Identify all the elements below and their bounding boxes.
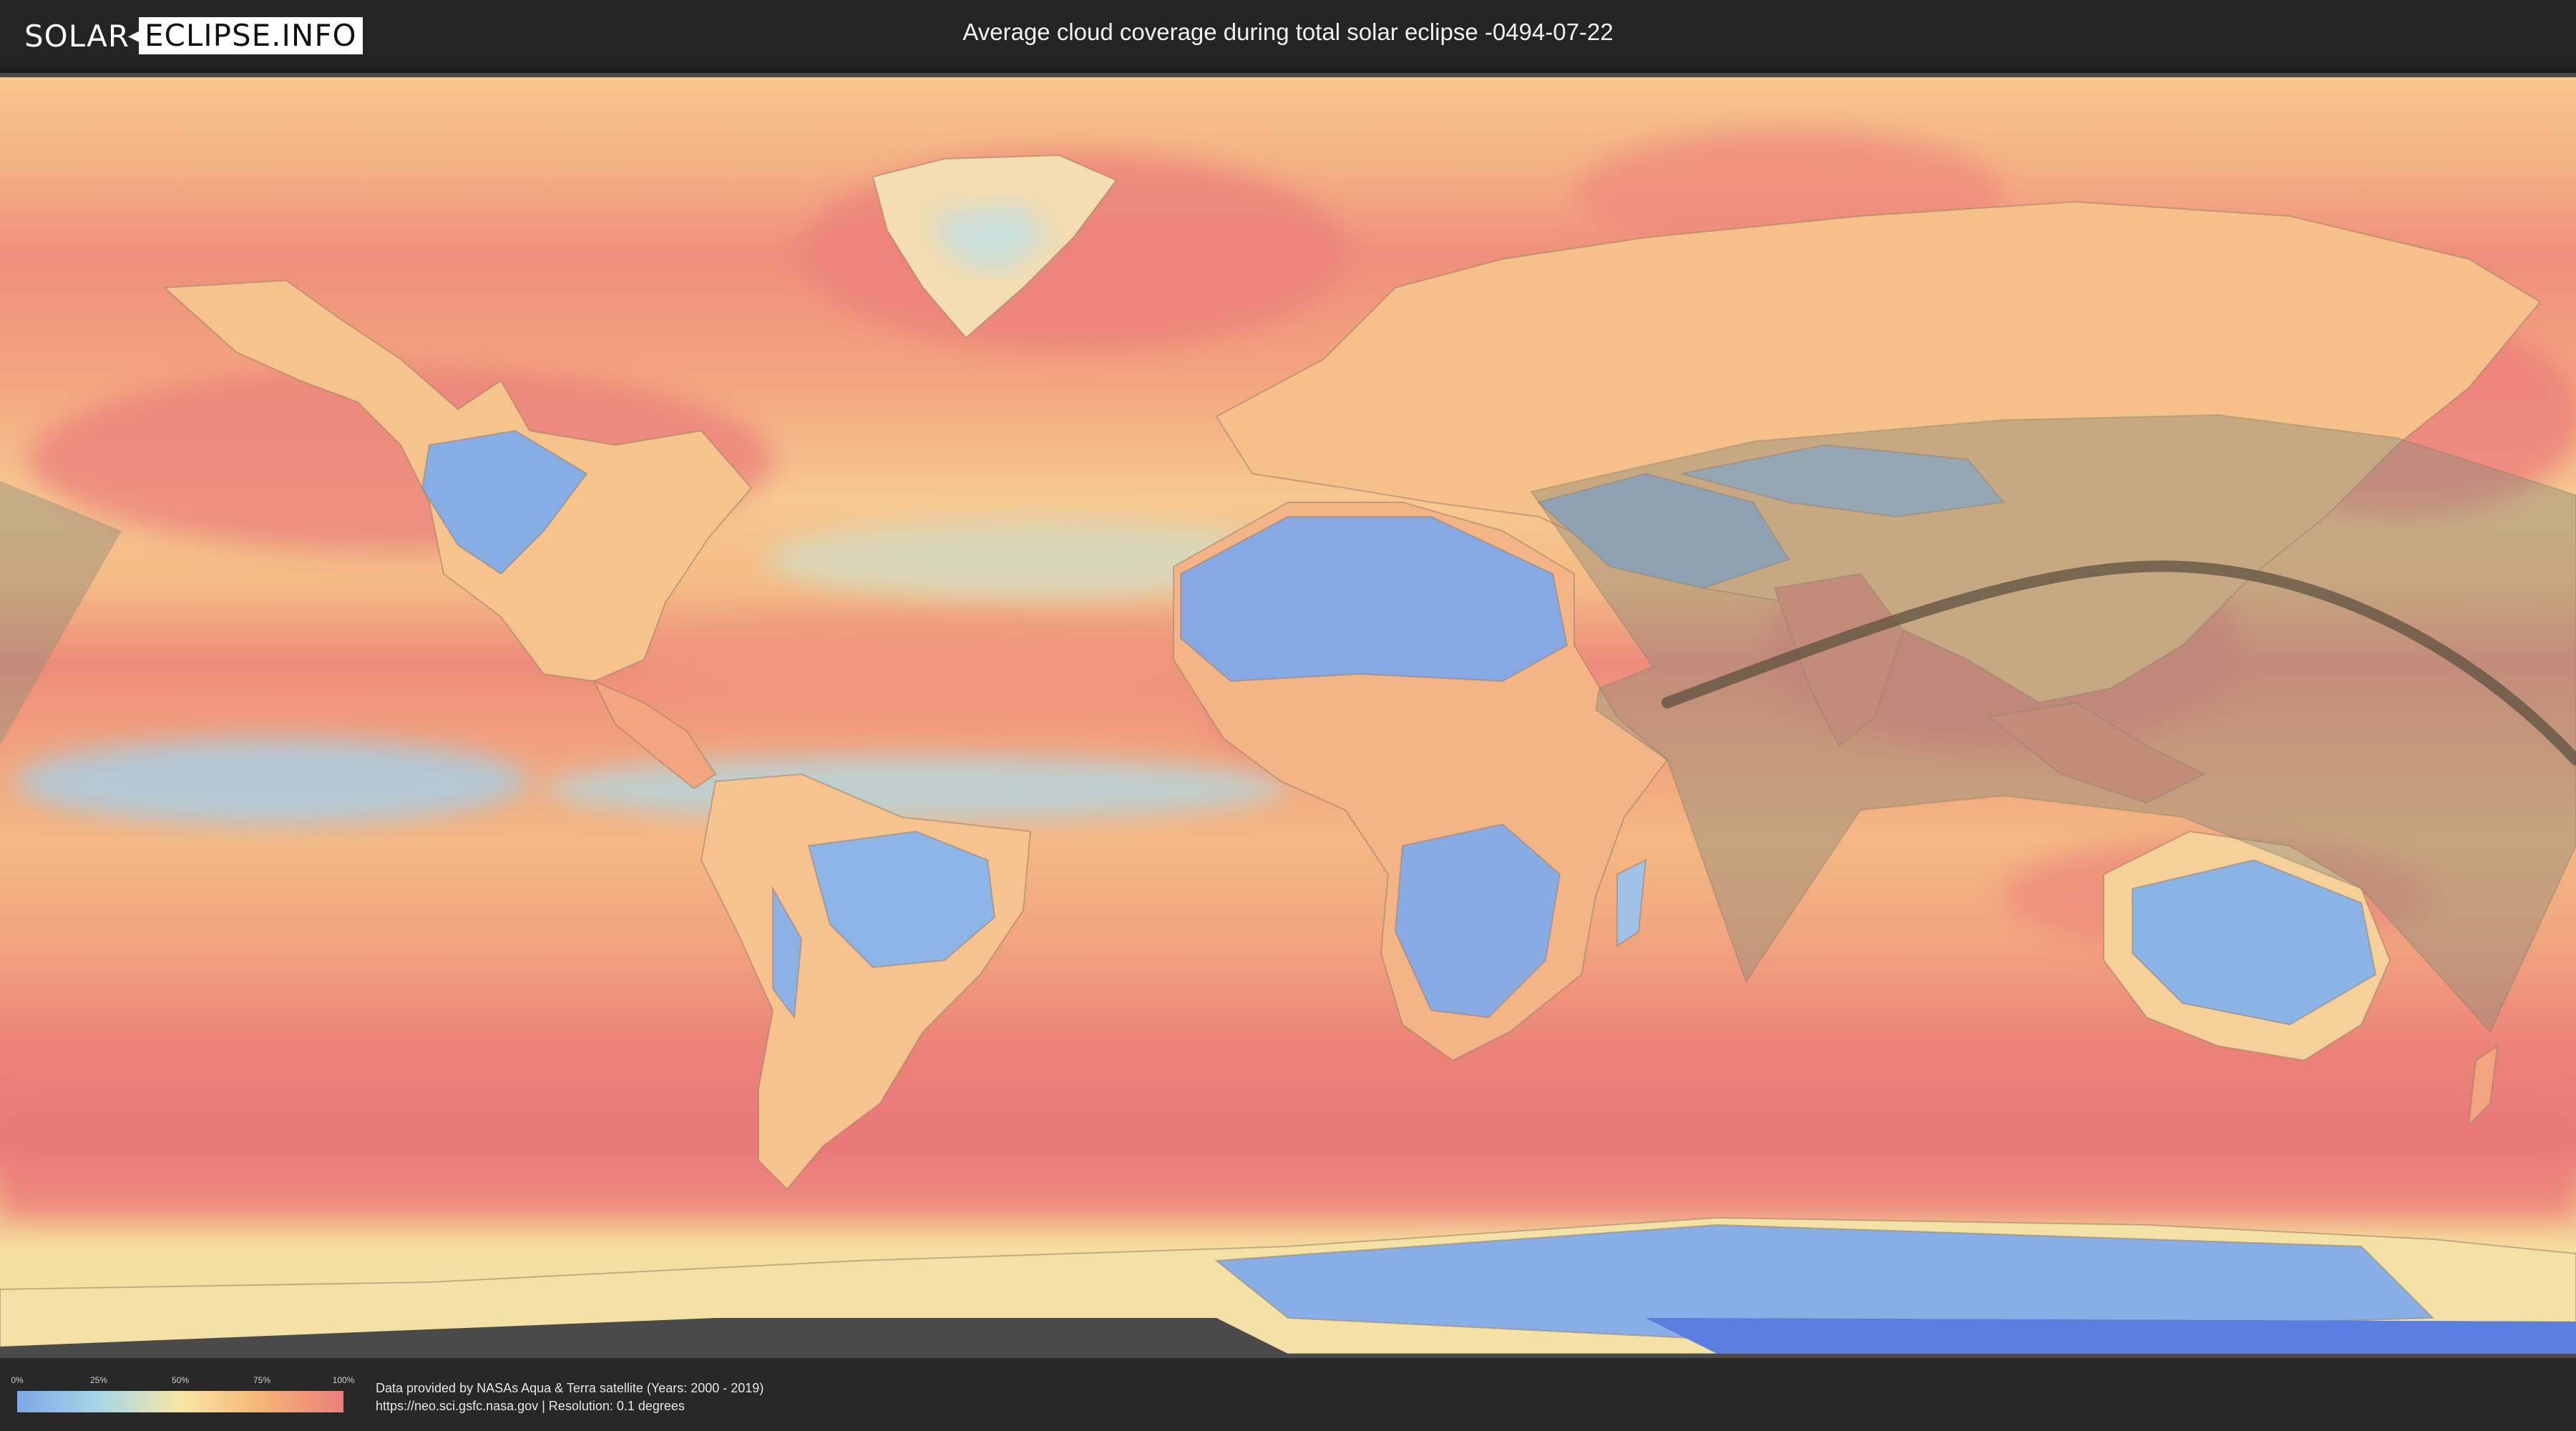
credit-line-source: Data provided by NASAs Aqua & Terra sate… <box>376 1381 764 1395</box>
antarctic-clear-strip <box>1646 1318 2576 1354</box>
legend-tick-25: 25% <box>89 1375 108 1385</box>
legend-tick-50: 50% <box>171 1375 190 1385</box>
data-credits: Data provided by NASAs Aqua & Terra sate… <box>376 1379 763 1415</box>
legend-color-scale <box>17 1391 343 1412</box>
credit-line-url: https://neo.sci.gsfc.nasa.gov | Resoluti… <box>376 1399 685 1413</box>
legend-tick-75: 75% <box>253 1375 271 1385</box>
legend-tick-100: 100% <box>332 1375 355 1385</box>
world-map-icon <box>0 77 2576 1358</box>
logo-spark-icon: ◀ <box>128 25 143 47</box>
header-bar: SOLAR ◀ ECLIPSE.INFO Average cloud cover… <box>0 0 2576 72</box>
legend-tick-0: 0% <box>11 1375 24 1385</box>
cloud-coverage-map[interactable] <box>0 73 2576 1358</box>
page-title: Average cloud coverage during total sola… <box>962 19 1614 45</box>
legend-ticks: 0% 25% 50% 75% 100% <box>11 1375 354 1387</box>
